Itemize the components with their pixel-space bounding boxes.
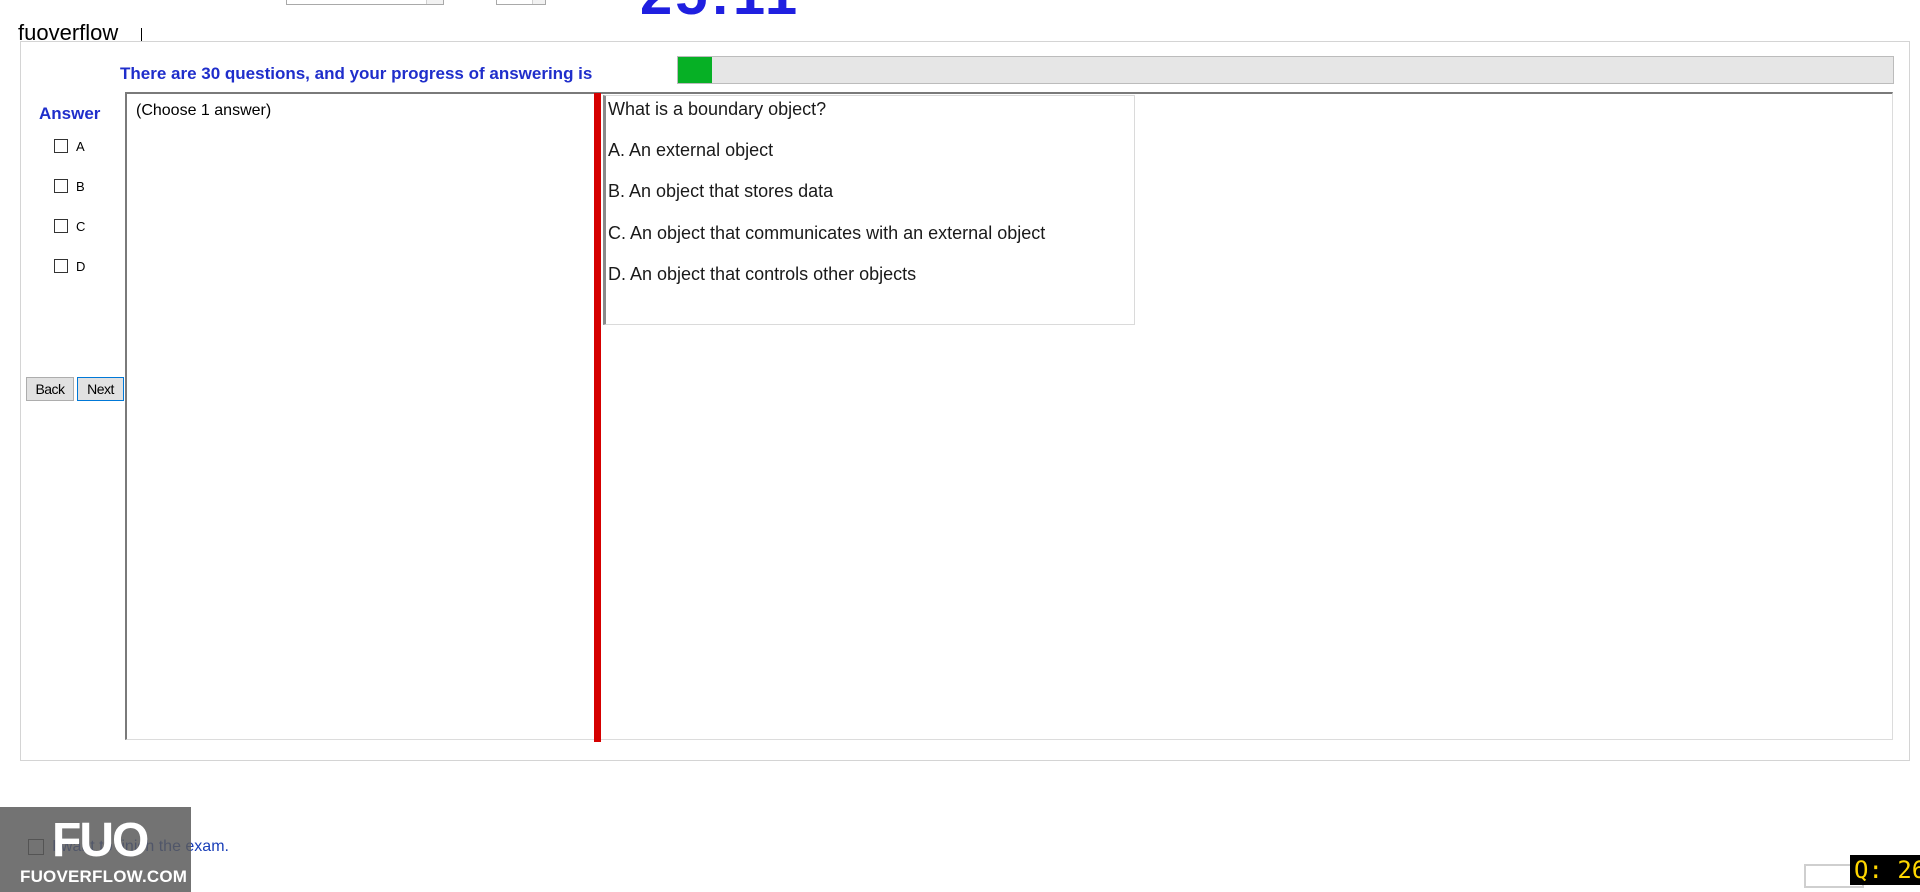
countdown-timer: 25:11 — [640, 0, 800, 24]
watermark-logo: FUO — [52, 814, 149, 867]
pane-splitter[interactable] — [594, 93, 601, 742]
progress-description: There are 30 questions, and your progres… — [120, 64, 593, 83]
answer-option-b[interactable]: B — [54, 177, 85, 195]
top-spin-box[interactable] — [496, 0, 546, 5]
checkbox-b[interactable] — [54, 179, 68, 193]
progress-bar-fill — [678, 57, 713, 83]
answer-heading: Answer — [39, 104, 101, 123]
checkbox-d[interactable] — [54, 259, 68, 273]
next-button[interactable]: Next — [77, 377, 124, 401]
top-combo-box[interactable] — [286, 0, 444, 5]
choice-a-text: A. An external object — [608, 140, 774, 160]
choice-c-text: C. An object that communicates with an e… — [608, 223, 1046, 243]
answer-option-a[interactable]: A — [54, 137, 85, 155]
answer-option-label: B — [76, 178, 85, 194]
spin-arrow-icon[interactable] — [532, 0, 545, 4]
choice-d-text: D. An object that controls other objects — [608, 264, 917, 284]
answer-option-c[interactable]: C — [54, 217, 85, 235]
chevron-down-icon[interactable] — [426, 0, 443, 4]
question-box — [603, 95, 1135, 325]
answer-option-label: D — [76, 258, 86, 274]
choice-b-text: B. An object that stores data — [608, 181, 834, 201]
choose-hint: (Choose 1 answer) — [136, 102, 272, 119]
checkbox-a[interactable] — [54, 139, 68, 153]
answer-option-label: A — [76, 138, 85, 154]
question-counter: Q: 26 — [1850, 855, 1920, 885]
checkbox-c[interactable] — [54, 219, 68, 233]
question-text: What is a boundary object? — [608, 99, 827, 119]
watermark-text: FUOVERFLOW.COM — [20, 867, 188, 886]
answer-option-d[interactable]: D — [54, 257, 85, 275]
progress-bar — [677, 56, 1894, 84]
fuoverflow-watermark: FUO FUOVERFLOW.COM — [0, 807, 191, 892]
answer-option-label: C — [76, 218, 86, 234]
back-button[interactable]: Back — [26, 377, 74, 401]
